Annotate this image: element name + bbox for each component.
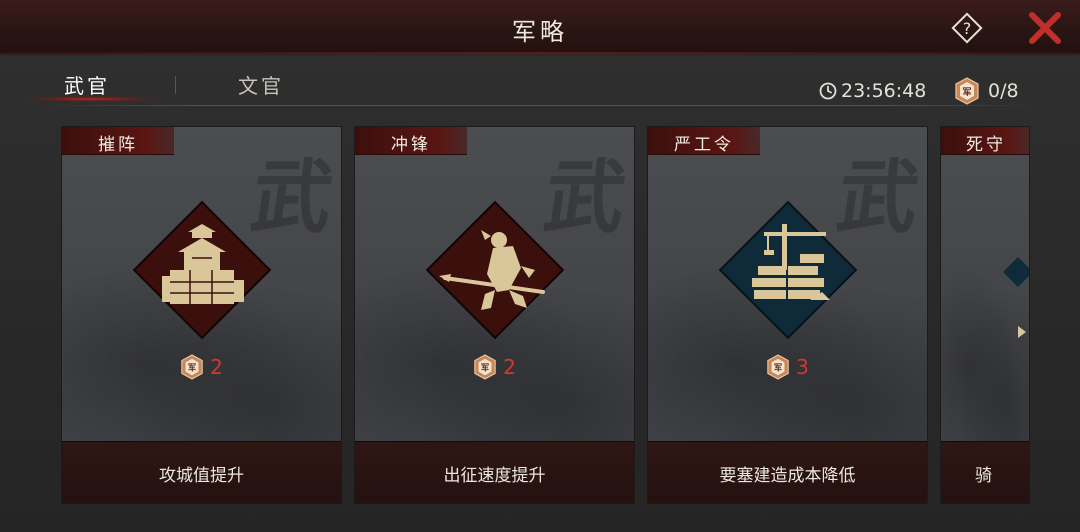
- page-title: 军略: [512, 18, 568, 46]
- card-footer: 骑: [941, 441, 1029, 503]
- card-description: 骑: [975, 466, 992, 486]
- strategy-token-icon: 军: [767, 354, 789, 380]
- help-icon[interactable]: ?: [951, 12, 983, 44]
- construction-icon: [718, 200, 858, 340]
- cost-value: 3: [796, 355, 809, 379]
- strategy-card-hold[interactable]: 死守 骑: [940, 126, 1030, 504]
- tab-separator: [175, 76, 176, 94]
- timer-text: 23:56:48: [841, 80, 927, 102]
- card-cost: 军 2: [62, 354, 341, 380]
- strategy-card-charge[interactable]: 武 冲锋 军 2 出征速度提升: [354, 126, 635, 504]
- card-title: 冲锋: [391, 135, 431, 155]
- card-title: 死守: [966, 135, 1006, 155]
- divider: [40, 105, 1040, 106]
- strategy-token-icon: 军: [181, 354, 203, 380]
- strategy-token-icon: 军: [474, 354, 496, 380]
- tab-military-officer[interactable]: 武官: [64, 70, 110, 99]
- strategy-card-construction[interactable]: 武 严工令 军 3 要塞建造成本降低: [647, 126, 928, 504]
- card-description: 要塞建造成本降低: [719, 466, 856, 486]
- svg-text:军: 军: [774, 363, 782, 373]
- svg-text:军: 军: [962, 87, 971, 98]
- cost-value: 2: [503, 355, 516, 379]
- card-title: 摧阵: [98, 135, 138, 155]
- charging-warrior-icon: [425, 200, 565, 340]
- card-footer: 攻城值提升: [62, 441, 341, 503]
- card-label-bg: 死守: [941, 127, 1029, 155]
- card-description: 攻城值提升: [159, 466, 244, 486]
- scroll-right-arrow-icon[interactable]: [1016, 322, 1028, 342]
- svg-text:军: 军: [188, 363, 196, 373]
- cost-value: 2: [210, 355, 223, 379]
- card-label-bg: 摧阵: [62, 127, 174, 155]
- tab-civil-officer[interactable]: 文官: [238, 70, 284, 99]
- partial-card-icon: [1003, 257, 1029, 287]
- card-title: 严工令: [674, 135, 734, 155]
- card-label-bg: 冲锋: [355, 127, 467, 155]
- svg-text:军: 军: [481, 363, 489, 373]
- strategy-card-siege[interactable]: 武 摧阵 军 2 攻城值提升: [61, 126, 342, 504]
- title-bar: 军略 ?: [0, 0, 1080, 54]
- card-footer: 出征速度提升: [355, 441, 634, 503]
- card-label-bg: 严工令: [648, 127, 760, 155]
- strategy-token-icon: 军: [955, 77, 979, 105]
- card-cost: 军 3: [648, 354, 927, 380]
- svg-text:?: ?: [963, 19, 972, 38]
- strategy-points: 军 0/8: [954, 77, 1019, 105]
- castle-icon: [132, 200, 272, 340]
- close-icon[interactable]: [1026, 10, 1064, 46]
- card-description: 出征速度提升: [443, 466, 546, 486]
- refresh-timer: 23:56:48: [818, 80, 926, 102]
- clock-icon: [819, 82, 837, 100]
- card-footer: 要塞建造成本降低: [648, 441, 927, 503]
- card-cost: 军 2: [355, 354, 634, 380]
- points-text: 0/8: [988, 80, 1019, 102]
